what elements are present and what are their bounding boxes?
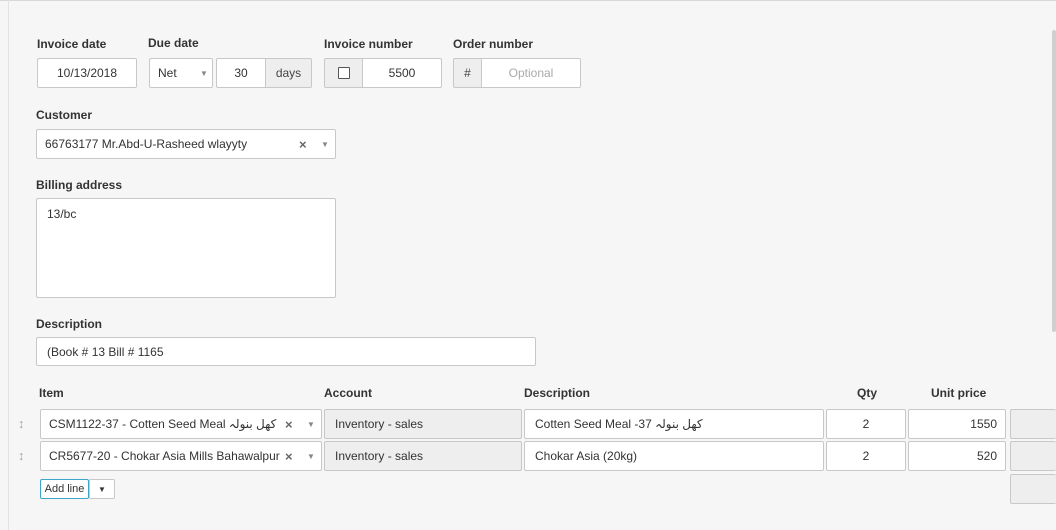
line-unit-price-input[interactable]: 1550	[908, 409, 1006, 439]
auto-number-toggle[interactable]	[324, 58, 363, 88]
clear-icon[interactable]: ×	[285, 449, 293, 464]
line-item-select[interactable]: CSM1122-37 - Cotten Seed Meal کھل بنولہ …	[40, 409, 322, 439]
line-description-input[interactable]: Chokar Asia (20kg)	[524, 441, 824, 471]
drag-handle-icon[interactable]: ↕	[18, 448, 25, 463]
order-number-input[interactable]: Optional	[481, 58, 581, 88]
invoice-number-input[interactable]: 5500	[362, 58, 442, 88]
add-line-dropdown-button[interactable]: ▼	[89, 479, 115, 499]
line-amount-field	[1010, 441, 1056, 471]
clear-icon[interactable]: ×	[285, 417, 293, 432]
description-label: Description	[36, 317, 103, 331]
order-number-prefix: #	[453, 58, 482, 88]
frame-top-border	[0, 0, 1056, 1]
caret-down-icon: ▼	[98, 484, 106, 494]
line-item-select[interactable]: CR5677-20 - Chokar Asia Mills Bahawalpur…	[40, 441, 322, 471]
due-date-term-value: Net	[158, 66, 177, 80]
clear-icon[interactable]: ×	[299, 137, 307, 152]
due-days-input[interactable]: 30	[216, 58, 266, 88]
line-item-value: CR5677-20 - Chokar Asia Mills Bahawalpur	[49, 449, 280, 463]
header-qty: Qty	[857, 386, 878, 400]
billing-address-textarea[interactable]: 13/bc	[36, 198, 336, 298]
invoice-number-label: Invoice number	[324, 37, 413, 51]
line-description-input[interactable]: Cotten Seed Meal -37 کھل بنولہ	[524, 409, 824, 439]
total-amount-field	[1010, 474, 1056, 504]
header-unit-price: Unit price	[931, 386, 987, 400]
line-account-field[interactable]: Inventory - sales	[324, 441, 522, 471]
order-number-label: Order number	[453, 37, 534, 51]
line-amount-field	[1010, 409, 1056, 439]
customer-value: 66763177 Mr.Abd-U-Rasheed wlayyty	[45, 137, 248, 151]
header-description: Description	[524, 386, 591, 400]
chevron-down-icon[interactable]: ▼	[307, 452, 315, 461]
customer-select[interactable]: 66763177 Mr.Abd-U-Rasheed wlayyty × ▼	[36, 129, 336, 159]
chevron-down-icon[interactable]: ▼	[307, 420, 315, 429]
invoice-date-label: Invoice date	[37, 37, 107, 51]
customer-label: Customer	[36, 108, 93, 122]
line-item-value: CSM1122-37 - Cotten Seed Meal کھل بنولہ	[49, 417, 277, 431]
due-days-suffix: days	[265, 58, 312, 88]
add-line-button[interactable]: Add line	[40, 479, 89, 499]
frame-left-border	[8, 0, 9, 530]
line-unit-price-input[interactable]: 520	[908, 441, 1006, 471]
line-qty-input[interactable]: 2	[826, 441, 906, 471]
billing-address-label: Billing address	[36, 178, 123, 192]
vertical-scrollbar[interactable]	[1052, 30, 1056, 332]
header-account: Account	[324, 386, 372, 400]
description-input[interactable]: (Book # 13 Bill # 1165	[36, 337, 536, 366]
header-item: Item	[39, 386, 64, 400]
due-date-term-select[interactable]: Net ▼	[149, 58, 213, 88]
drag-handle-icon[interactable]: ↕	[18, 416, 25, 431]
chevron-down-icon: ▼	[200, 69, 208, 78]
line-account-field[interactable]: Inventory - sales	[324, 409, 522, 439]
due-date-label: Due date	[148, 36, 199, 50]
invoice-date-input[interactable]: 10/13/2018	[37, 58, 137, 88]
line-qty-input[interactable]: 2	[826, 409, 906, 439]
auto-number-checkbox[interactable]	[337, 67, 350, 79]
chevron-down-icon[interactable]: ▼	[321, 140, 329, 149]
